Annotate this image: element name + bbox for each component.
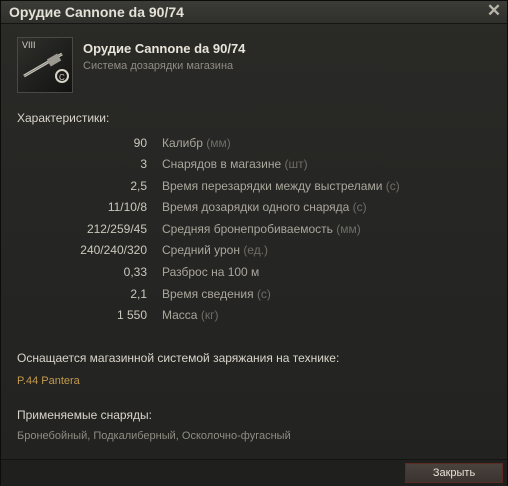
- stat-unit: (мм): [336, 222, 361, 236]
- stat-label: Калибр (мм): [162, 136, 231, 150]
- vehicles-heading: Оснащается магазинной системой заряжания…: [17, 351, 340, 365]
- close-icon[interactable]: ✕: [485, 2, 503, 20]
- stat-label: Время сведения (с): [162, 287, 271, 301]
- stat-label: Снарядов в магазине (шт): [162, 157, 308, 171]
- stat-unit: (кг): [200, 308, 219, 322]
- stat-label: Время дозарядки одного снаряда (с): [162, 200, 367, 214]
- stat-value: 1 550: [116, 308, 147, 322]
- close-button[interactable]: Закрыть: [405, 463, 503, 483]
- stat-unit: (с): [385, 179, 400, 193]
- shells-heading: Применяемые снаряды:: [17, 408, 152, 422]
- module-info-window: Орудие Cannone da 90/74 ✕ C VIII Орудие …: [0, 0, 508, 486]
- window-title: Орудие Cannone da 90/74: [9, 4, 184, 20]
- stat-row: 3 Снарядов в магазине (шт): [1, 157, 501, 175]
- stat-value: 240/240/320: [80, 243, 147, 257]
- stat-value: 2,5: [130, 179, 147, 193]
- tier-badge: VIII: [22, 40, 36, 50]
- stat-unit: (ед.): [243, 243, 269, 257]
- stat-row: 240/240/320 Средний урон (ед.): [1, 243, 501, 261]
- stat-unit: (с): [256, 287, 271, 301]
- stat-label: Разброс на 100 м: [162, 265, 260, 279]
- gun-name: Орудие Cannone da 90/74: [83, 41, 246, 56]
- stat-value: 11/10/8: [107, 200, 147, 214]
- stat-label: Время перезарядки между выстрелами (с): [162, 179, 400, 193]
- gun-icon: C VIII: [17, 37, 73, 93]
- stat-value: 90: [133, 136, 147, 150]
- stat-row: 212/259/45 Средняя бронепробиваемость (м…: [1, 222, 501, 240]
- stat-value: 212/259/45: [86, 222, 147, 236]
- vehicle-list: P.44 Pantera: [17, 375, 80, 387]
- stat-row: 2,1 Время сведения (с): [1, 287, 501, 305]
- stat-value: 3: [140, 157, 147, 171]
- stat-value: 0,33: [123, 265, 147, 279]
- stat-label: Средняя бронепробиваемость (мм): [162, 222, 361, 236]
- stat-row: 2,5 Время перезарядки между выстрелами (…: [1, 179, 501, 197]
- stat-row: 1 550 Масса (кг): [1, 308, 501, 326]
- svg-text:C: C: [59, 73, 65, 82]
- stat-unit: (мм): [206, 136, 231, 150]
- stat-unit: (шт): [284, 157, 308, 171]
- stat-label: Масса (кг): [162, 308, 219, 322]
- shells-list: Бронебойный, Подкалиберный, Осколочно-фу…: [17, 430, 291, 442]
- gun-subtitle: Система дозарядки магазина: [83, 60, 234, 72]
- title-bar: Орудие Cannone da 90/74 ✕: [1, 1, 507, 24]
- stat-unit: (с): [352, 200, 367, 214]
- stat-value: 2,1: [130, 287, 147, 301]
- stat-label: Средний урон (ед.): [162, 243, 269, 257]
- stat-row: 90 Калибр (мм): [1, 136, 501, 154]
- stat-row: 11/10/8 Время дозарядки одного снаряда (…: [1, 200, 501, 218]
- stat-row: 0,33 Разброс на 100 м: [1, 265, 501, 283]
- characteristics-heading: Характеристики:: [17, 111, 110, 125]
